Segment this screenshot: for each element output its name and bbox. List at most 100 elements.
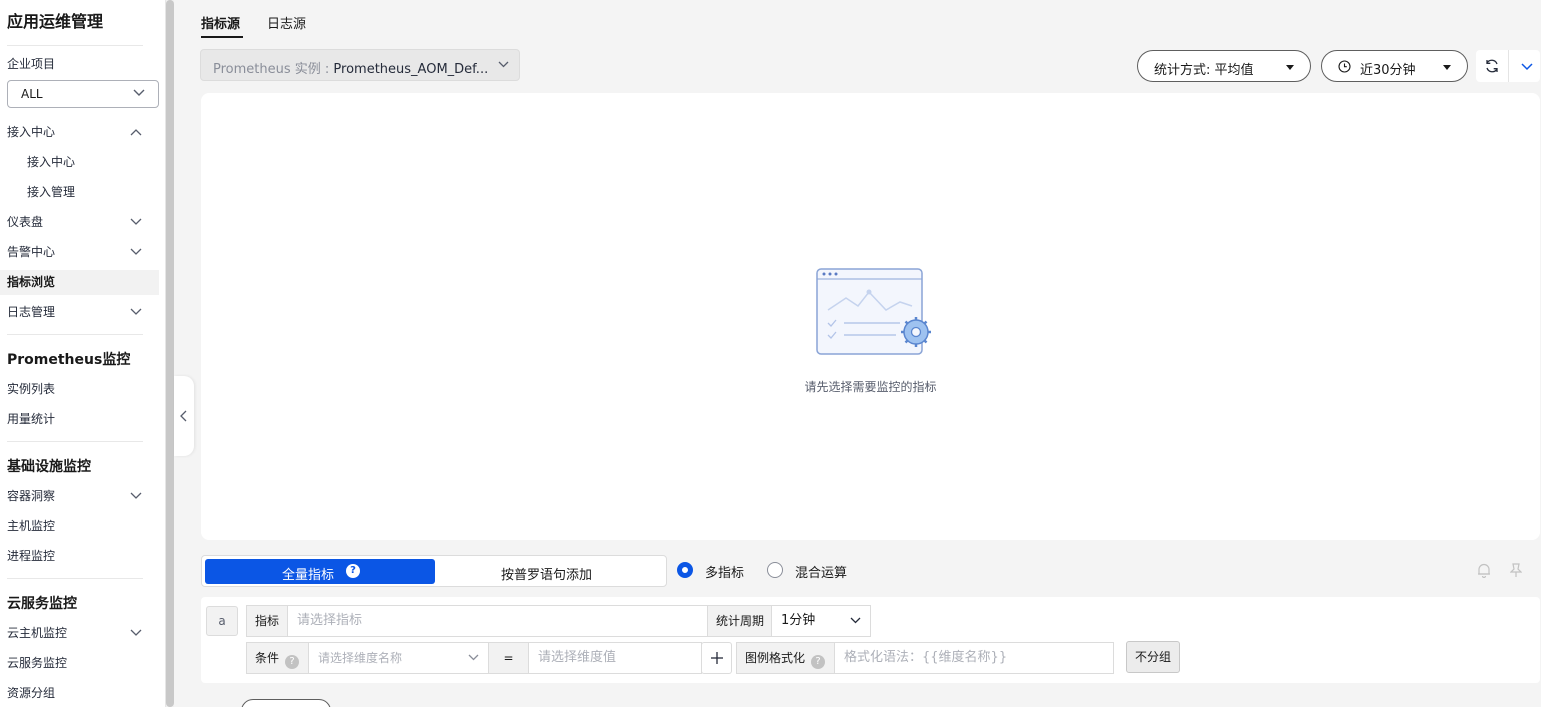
- radio-multi-metric-label[interactable]: 多指标: [705, 562, 744, 581]
- chevron-down-icon: [468, 654, 479, 661]
- sidebar-item-label: 云服务监控: [7, 656, 68, 670]
- sidebar-item-access-management[interactable]: 接入管理: [0, 180, 159, 205]
- tab-metric-source[interactable]: 指标源: [201, 13, 240, 32]
- caret-down-icon: [1443, 65, 1451, 70]
- chevron-down-icon: [130, 218, 142, 225]
- radio-mixed-operation-label[interactable]: 混合运算: [795, 562, 847, 581]
- sidebar-item-metric-browse[interactable]: 指标浏览: [0, 270, 159, 295]
- sidebar-scrollbar[interactable]: [166, 0, 174, 707]
- legend-format-label: 图例格式化?: [736, 642, 835, 674]
- tab-promql-add[interactable]: 按普罗语句添加: [501, 564, 592, 583]
- sidebar-item-ecs-monitor[interactable]: 云主机监控: [0, 621, 159, 646]
- sidebar-item-resource-group[interactable]: 资源分组: [0, 681, 159, 706]
- caret-down-icon: [1286, 65, 1294, 70]
- sidebar-item-label: 仪表盘: [7, 215, 44, 229]
- refresh-icon[interactable]: [1484, 58, 1500, 74]
- enterprise-label: 企业项目: [7, 57, 56, 71]
- sidebar-item-label: 接入中心: [7, 125, 56, 139]
- sidebar-item-host-monitor[interactable]: 主机监控: [0, 514, 159, 539]
- period-select-value: 1分钟: [781, 613, 816, 628]
- plus-icon: [711, 652, 723, 664]
- divider: [7, 334, 143, 335]
- sidebar-item-container-insight[interactable]: 容器洞察: [0, 484, 159, 509]
- time-range-select[interactable]: 近30分钟: [1321, 50, 1468, 82]
- divider: [7, 441, 143, 442]
- sidebar-item-access-center[interactable]: 接入中心: [0, 120, 159, 145]
- empty-chart-illustration-icon: [816, 268, 931, 355]
- radio-multi-metric[interactable]: [677, 562, 693, 578]
- sidebar-item-usage-stats[interactable]: 用量统计: [0, 407, 159, 432]
- sidebar-item-label: 主机监控: [7, 519, 56, 533]
- chart-panel: 请先选择需要监控的指标: [201, 93, 1540, 540]
- divider: [7, 578, 143, 579]
- metric-field-label: 指标: [246, 605, 288, 637]
- sidebar-item-log-management[interactable]: 日志管理: [0, 300, 159, 325]
- instance-prefix: Prometheus 实例 :: [213, 62, 334, 77]
- sidebar-item-process-monitor[interactable]: 进程监控: [0, 544, 159, 569]
- sidebar-item-label: 容器洞察: [7, 489, 56, 503]
- chevron-down-icon[interactable]: [1521, 63, 1533, 71]
- bell-icon[interactable]: [1477, 563, 1491, 578]
- metric-input[interactable]: 请选择指标: [287, 605, 708, 637]
- instance-value: Prometheus_AOM_Def...: [333, 62, 489, 77]
- sidebar-item-label: 指标浏览: [7, 275, 56, 289]
- chevron-down-icon: [130, 248, 142, 255]
- query-row-tag: a: [206, 606, 238, 636]
- sidebar-collapse-button[interactable]: [174, 376, 194, 456]
- period-select[interactable]: 1分钟: [771, 605, 871, 637]
- chevron-down-icon: [498, 61, 509, 68]
- active-tab-indicator: [201, 36, 243, 38]
- tab-all-metrics[interactable]: 全量指标 ?: [205, 559, 435, 584]
- sidebar-item-label: 云主机监控: [7, 626, 68, 640]
- chevron-down-icon: [130, 492, 142, 499]
- clock-icon: [1338, 60, 1351, 73]
- divider: [7, 45, 143, 46]
- tab-all-metrics-label: 全量指标: [282, 568, 335, 583]
- sidebar-item-alarm-center[interactable]: 告警中心: [0, 240, 159, 265]
- help-icon[interactable]: ?: [811, 655, 826, 669]
- help-icon[interactable]: ?: [346, 564, 360, 578]
- section-title-cloud: 云服务监控: [7, 596, 77, 612]
- section-title-prometheus: Prometheus监控: [7, 352, 131, 368]
- refresh-group: [1476, 50, 1540, 82]
- section-title-infra: 基础设施监控: [7, 459, 91, 475]
- radio-mixed-operation[interactable]: [767, 562, 783, 578]
- period-field-label: 统计周期: [707, 605, 772, 637]
- sidebar-item-dashboard[interactable]: 仪表盘: [0, 210, 159, 235]
- no-group-button[interactable]: 不分组: [1126, 641, 1180, 673]
- sidebar-item-label: 资源分组: [7, 686, 56, 700]
- empty-state-message: 请先选择需要监控的指标: [804, 380, 937, 394]
- sidebar-item-instance-list[interactable]: 实例列表: [0, 377, 159, 402]
- operator-label: =: [488, 642, 529, 674]
- stat-method-select[interactable]: 统计方式: 平均值: [1137, 50, 1311, 82]
- sidebar-item-access-center-sub[interactable]: 接入中心: [0, 150, 159, 175]
- dimension-value-input[interactable]: 请选择维度值: [528, 642, 702, 674]
- time-range-label: 近30分钟: [1360, 63, 1416, 78]
- add-query-button[interactable]: [241, 699, 331, 707]
- sidebar-item-label: 日志管理: [7, 305, 56, 319]
- chevron-down-icon: [850, 617, 861, 624]
- chevron-down-icon: [130, 308, 142, 315]
- help-icon[interactable]: ?: [285, 655, 300, 669]
- sidebar-item-label: 告警中心: [7, 245, 56, 259]
- enterprise-select-value: ALL: [21, 87, 43, 101]
- dimension-name-placeholder: 请选择维度名称: [318, 651, 403, 665]
- condition-label-text: 条件: [255, 651, 280, 665]
- tab-log-source[interactable]: 日志源: [267, 13, 306, 32]
- instance-select-label: Prometheus 实例 : Prometheus_AOM_Def...: [213, 58, 488, 77]
- condition-field-label: 条件?: [246, 642, 309, 674]
- dimension-name-select[interactable]: 请选择维度名称: [308, 642, 489, 674]
- prometheus-instance-select[interactable]: Prometheus 实例 : Prometheus_AOM_Def...: [200, 49, 520, 81]
- sidebar-item-cloud-service-monitor[interactable]: 云服务监控: [0, 651, 159, 676]
- chevron-left-icon: [180, 410, 187, 422]
- enterprise-select[interactable]: ALL: [7, 80, 159, 108]
- add-condition-button[interactable]: [701, 642, 732, 674]
- sidebar-item-label: 接入中心: [27, 155, 76, 169]
- chevron-up-icon: [130, 129, 142, 136]
- legend-format-label-text: 图例格式化: [745, 651, 806, 665]
- pin-icon[interactable]: [1510, 563, 1522, 578]
- scrollbar-thumb[interactable]: [166, 0, 174, 707]
- legend-format-input[interactable]: 格式化语法：{{维度名称}}: [834, 642, 1114, 674]
- chevron-down-icon: [130, 629, 142, 636]
- divider: [1508, 50, 1509, 82]
